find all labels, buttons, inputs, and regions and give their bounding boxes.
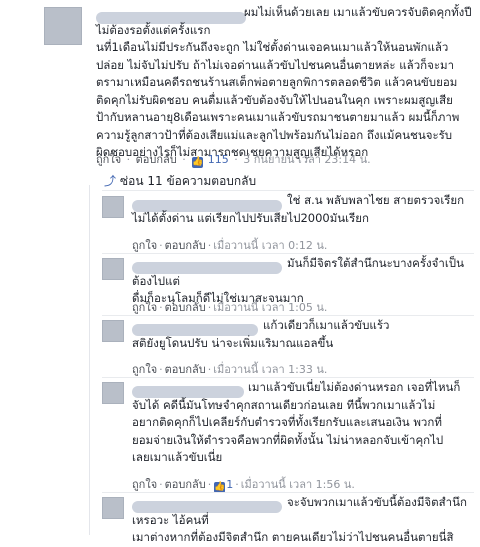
reply-link[interactable]: ตอบกลับ <box>165 239 206 252</box>
avatar[interactable] <box>102 497 124 519</box>
divider <box>102 190 474 191</box>
comment-actions: ถูกใจ · ตอบกลับ · 👍 115 · 3 กันยายน เวลา… <box>96 153 371 168</box>
avatar[interactable] <box>102 320 124 342</box>
reply-actions: ถูกใจ · ตอบกลับ · เมื่อวานนี้ เวลา 1:05 น. <box>132 301 328 314</box>
comment-thread: ผมไม่เห็นด้วยเลย เมาแล้วขับควรจับติดคุกท… <box>0 0 480 544</box>
reply-link[interactable]: ตอบกลับ <box>165 478 206 491</box>
thread-line <box>89 185 90 535</box>
like-link[interactable]: ถูกใจ <box>132 239 157 252</box>
like-link[interactable]: ถูกใจ <box>96 153 121 166</box>
avatar[interactable] <box>102 382 124 404</box>
reply-body: ใช่ ส.น พลับพลาไชย สายตรวจเรียก ไม่ได้ตั… <box>132 193 465 225</box>
thumbs-up-icon: 👍 <box>192 157 204 168</box>
reply-link[interactable]: ตอบกลับ <box>165 363 206 376</box>
divider <box>102 253 474 254</box>
timestamp[interactable]: เมื่อวานนี้ เวลา 1:56 น. <box>241 478 355 491</box>
hide-replies-link[interactable]: ⤴ ซ่อน 11 ข้อความตอบกลับ <box>104 172 256 191</box>
reply-link[interactable]: ตอบกลับ <box>165 301 206 314</box>
avatar[interactable] <box>44 7 82 45</box>
reply-body: แก้วเดียวก็เมาแล้วขับแร้ว สติยังยูโดนปรั… <box>132 318 390 350</box>
reply-actions: ถูกใจ · ตอบกลับ · 👍1 · เมื่อวานนี้ เวลา 1:56 น… <box>132 478 355 493</box>
timestamp[interactable]: เมื่อวานนี้ เวลา 1:33 น. <box>213 363 327 376</box>
collapse-arrow-icon: ⤴ <box>104 174 117 188</box>
timestamp[interactable]: เมื่อวานนี้ เวลา 0:12 น. <box>213 239 327 252</box>
like-link[interactable]: ถูกใจ <box>132 478 157 491</box>
divider <box>102 315 474 316</box>
reply-body: จะจับพวกเมาแล้วขับนี้ต้องมีจิตสำนึกเหรอว… <box>132 495 467 544</box>
timestamp[interactable]: 3 กันยายน เวลา 23:14 น. <box>243 153 370 166</box>
divider <box>102 377 474 378</box>
comment-body: ผมไม่เห็นด้วยเลย เมาแล้วขับควรจับติดคุกท… <box>96 5 472 159</box>
like-link[interactable]: ถูกใจ <box>132 301 157 314</box>
avatar[interactable] <box>102 196 124 218</box>
timestamp[interactable]: เมื่อวานนี้ เวลา 1:05 น. <box>213 301 327 314</box>
like-link[interactable]: ถูกใจ <box>132 363 157 376</box>
divider <box>102 492 474 493</box>
reply-link[interactable]: ตอบกลับ <box>136 153 177 166</box>
hide-replies-label: ซ่อน 11 ข้อความตอบกลับ <box>120 174 257 188</box>
reply-actions: ถูกใจ · ตอบกลับ · เมื่อวานนี้ เวลา 0:12 น. <box>132 239 328 252</box>
reply-actions: ถูกใจ · ตอบกลับ · เมื่อวานนี้ เวลา 1:33 น. <box>132 363 328 376</box>
reply-body: เมาแล้วขับเนี่ยไม่ต้องด่านหรอก เจอที่ไหน… <box>132 380 461 464</box>
like-count[interactable]: 115 <box>208 153 229 166</box>
avatar[interactable] <box>102 258 124 280</box>
